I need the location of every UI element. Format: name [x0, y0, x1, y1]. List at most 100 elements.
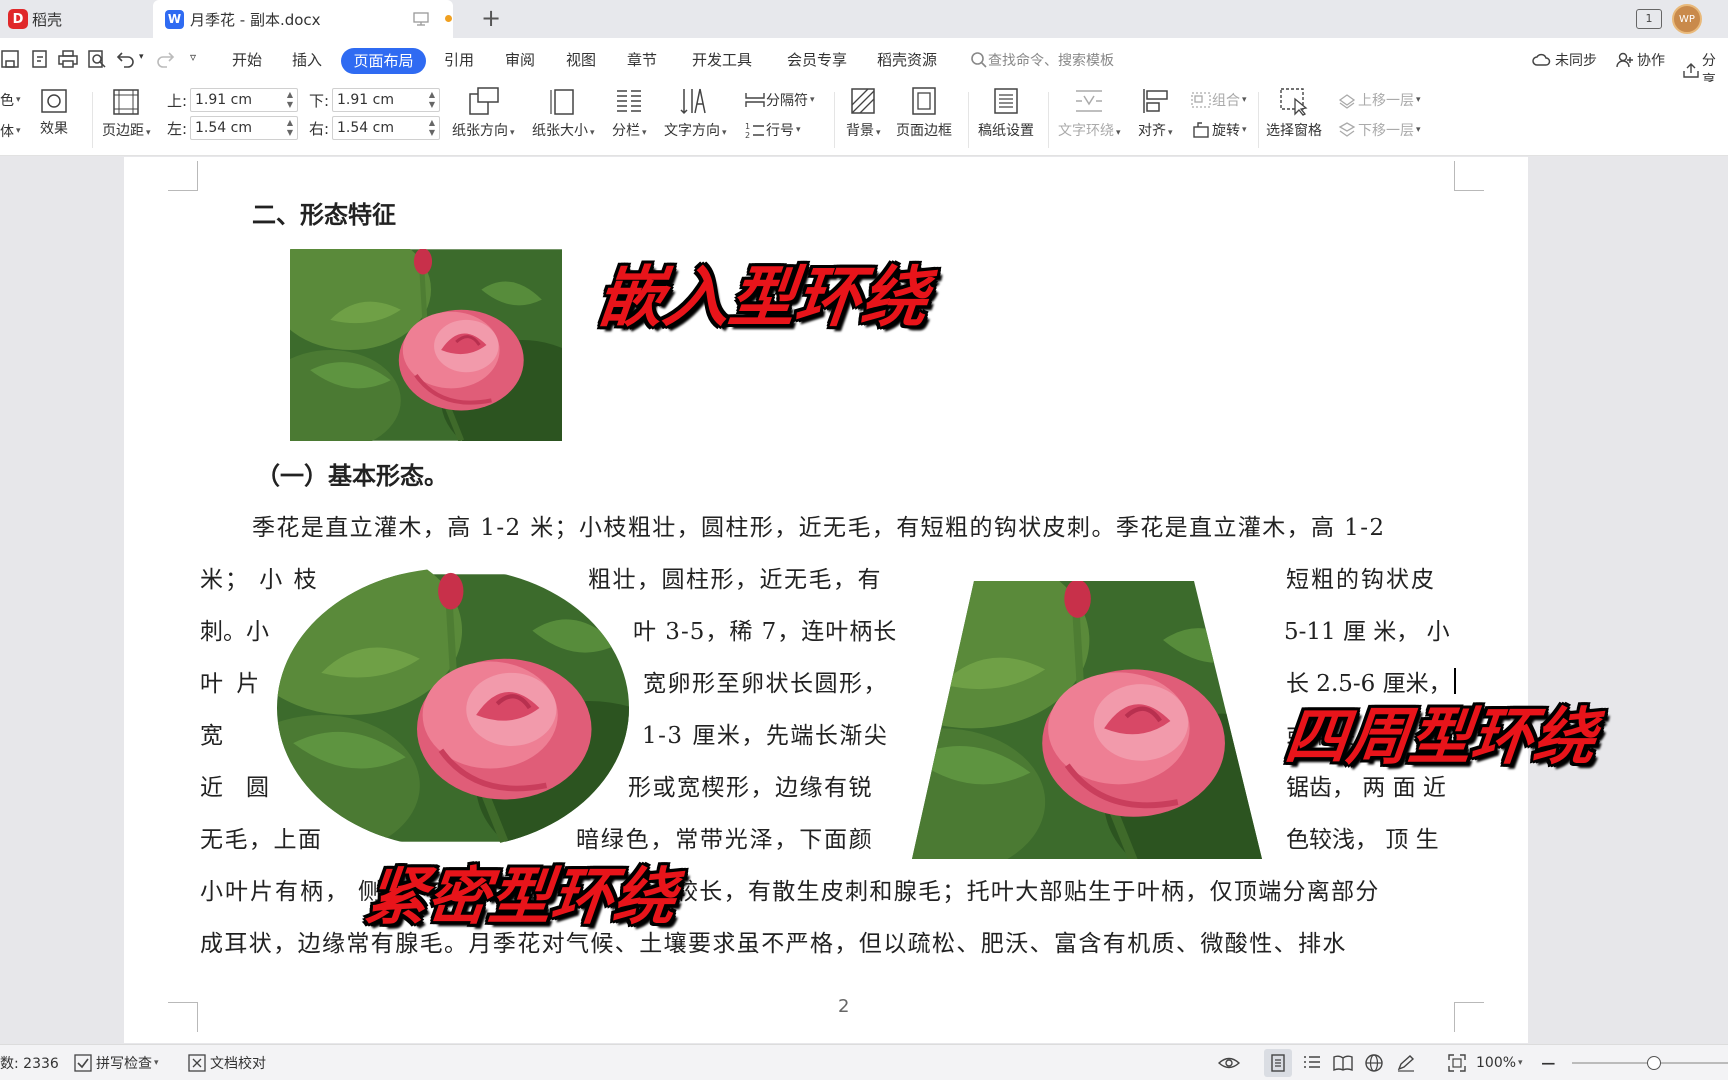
menu-member[interactable]: 会员专享	[787, 38, 847, 82]
paragraph-line-3b: 叶 3-5，稀 7，连叶柄长	[633, 619, 898, 645]
margin-left-input[interactable]: 1.54 cm ▲ ▼	[190, 116, 298, 140]
group-button[interactable]: 组合 ▾	[1190, 90, 1247, 110]
margins-button[interactable]: 页边距 ▾	[102, 88, 151, 140]
paragraph-line-2b: 粗壮，圆柱形，近无毛，有	[588, 567, 882, 593]
menu-page-layout[interactable]: 页面布局	[341, 48, 426, 74]
rotate-button[interactable]: 旋转 ▾	[1190, 120, 1247, 140]
outline-view-icon[interactable]	[1302, 1054, 1322, 1072]
selection-pane-button[interactable]: 选择窗格	[1266, 86, 1322, 140]
proofread-icon	[188, 1054, 206, 1072]
print-preview-icon[interactable]	[87, 49, 107, 69]
sync-button[interactable]: 未同步	[1532, 50, 1597, 70]
undo-dropdown-icon[interactable]: ▾	[139, 52, 144, 62]
menu-insert[interactable]: 插入	[292, 38, 322, 82]
rose-image-square[interactable]	[912, 581, 1264, 861]
annotation-tight-wrap: 紧密型环绕	[361, 860, 680, 933]
collaborate-button[interactable]: 协作	[1616, 50, 1665, 70]
command-search[interactable]: 查找命令、搜索模板	[970, 50, 1114, 70]
columns-label: 分栏 ▾	[612, 123, 647, 139]
breaks-button[interactable]: 分隔符 ▾	[744, 90, 815, 110]
zoom-slider-handle[interactable]	[1647, 1056, 1661, 1070]
bring-forward-button[interactable]: 上移一层 ▾	[1336, 90, 1421, 110]
rose-image-tight[interactable]	[275, 566, 631, 850]
margin-bottom-input[interactable]: 1.91 cm ▲ ▼	[332, 88, 440, 112]
word-count[interactable]: 字数: 2336	[0, 1045, 59, 1080]
paragraph-line-2c: 短粗的钩状皮	[1286, 567, 1436, 593]
print-icon[interactable]	[57, 49, 79, 69]
web-view-icon[interactable]	[1364, 1054, 1384, 1072]
heading-morphology: 二、形态特征	[252, 201, 396, 229]
cloud-sync-icon	[1532, 53, 1551, 66]
rose-image-inline[interactable]	[290, 249, 562, 441]
reading-view-icon[interactable]	[1332, 1054, 1354, 1072]
theme-effect-button[interactable]: 效果	[40, 88, 68, 138]
add-user-icon	[1616, 52, 1633, 68]
effect-icon	[41, 89, 67, 113]
zoom-out-button[interactable]: −	[1540, 1045, 1557, 1080]
margins-label: 页边距 ▾	[102, 123, 151, 139]
orientation-label: 纸张方向 ▾	[452, 123, 515, 139]
margin-top-input[interactable]: 1.91 cm ▲ ▼	[190, 88, 298, 112]
margin-right-input[interactable]: 1.54 cm ▲ ▼	[332, 116, 440, 140]
fit-page-icon[interactable]	[1448, 1054, 1466, 1072]
margin-bottom-label: 下:	[309, 92, 330, 110]
theme-color-button[interactable]: 颜色▾	[0, 90, 21, 110]
paragraph-line-4b: 宽卵形至卵状长圆形，	[643, 671, 888, 697]
columns-button[interactable]: 分栏 ▾	[612, 86, 647, 140]
text-direction-button[interactable]: 文字方向 ▾	[664, 86, 727, 140]
menu-docer-resources[interactable]: 稻壳资源	[877, 38, 937, 82]
manuscript-settings-button[interactable]: 稿纸设置	[978, 86, 1034, 140]
avatar[interactable]: WP	[1672, 4, 1702, 34]
collaborate-label: 协作	[1637, 53, 1665, 69]
line-numbers-label: 行号	[766, 123, 794, 139]
pen-annotate-icon[interactable]	[1396, 1054, 1416, 1072]
word-doc-icon: W	[165, 9, 184, 29]
save-icon[interactable]	[0, 49, 20, 69]
page-corner-mark	[168, 1002, 198, 1032]
send-backward-button[interactable]: 下移一层 ▾	[1336, 120, 1421, 140]
menu-developer[interactable]: 开发工具	[692, 38, 752, 82]
window-count-badge[interactable]: 1	[1636, 9, 1662, 29]
spinner-icon[interactable]: ▲ ▼	[287, 118, 293, 138]
zoom-level[interactable]: 100% ▾	[1476, 1045, 1523, 1080]
orientation-button[interactable]: 纸张方向 ▾	[452, 86, 515, 140]
search-icon	[971, 52, 987, 68]
text-wrap-button[interactable]: 文字环绕 ▾	[1058, 86, 1121, 140]
line-numbers-button[interactable]: 12 行号 ▾	[744, 120, 801, 140]
sync-label: 未同步	[1555, 53, 1597, 69]
eye-protection-icon[interactable]	[1218, 1054, 1240, 1072]
zoom-value: 100%	[1476, 1055, 1517, 1071]
undo-icon[interactable]	[116, 49, 136, 69]
group-objects-icon	[1191, 92, 1211, 108]
menu-references[interactable]: 引用	[444, 38, 474, 82]
page-border-button[interactable]: 页面边框	[896, 86, 952, 140]
spinner-icon[interactable]: ▲ ▼	[429, 118, 435, 138]
tab-docer-home[interactable]: D 稻壳	[0, 0, 152, 38]
export-pdf-icon[interactable]	[30, 49, 50, 69]
background-button[interactable]: 背景 ▾	[846, 86, 881, 140]
share-icon	[1683, 63, 1699, 78]
paragraph-line-6a: 近 圆	[200, 775, 269, 801]
page-view-button[interactable]	[1264, 1049, 1292, 1077]
proofread-button[interactable]: 文档校对	[188, 1045, 266, 1080]
spell-check-button[interactable]: 拼写检查 ▾	[74, 1045, 159, 1080]
align-button[interactable]: 对齐 ▾	[1138, 86, 1173, 140]
margin-right-value: 1.54 cm	[337, 120, 394, 136]
paragraph-line-3a: 刺。小	[200, 619, 269, 645]
paper-size-button[interactable]: 纸张大小 ▾	[532, 86, 595, 140]
quick-access-more-icon[interactable]: ▿	[190, 50, 196, 64]
screen-icon[interactable]	[413, 12, 429, 26]
align-left-icon	[1143, 89, 1169, 113]
tab-document[interactable]: W 月季花 - 副本.docx	[153, 0, 453, 38]
menu-start[interactable]: 开始	[232, 38, 262, 82]
new-tab-button[interactable]: +	[478, 6, 504, 32]
theme-font-button[interactable]: 字体▾	[0, 121, 21, 141]
spinner-icon[interactable]: ▲ ▼	[287, 90, 293, 110]
redo-icon[interactable]	[155, 49, 175, 69]
menu-review[interactable]: 审阅	[505, 38, 535, 82]
menu-view[interactable]: 视图	[566, 38, 596, 82]
menu-chapter[interactable]: 章节	[627, 38, 657, 82]
manuscript-grid-icon	[994, 88, 1018, 114]
search-placeholder: 查找命令、搜索模板	[988, 53, 1114, 69]
spinner-icon[interactable]: ▲ ▼	[429, 90, 435, 110]
